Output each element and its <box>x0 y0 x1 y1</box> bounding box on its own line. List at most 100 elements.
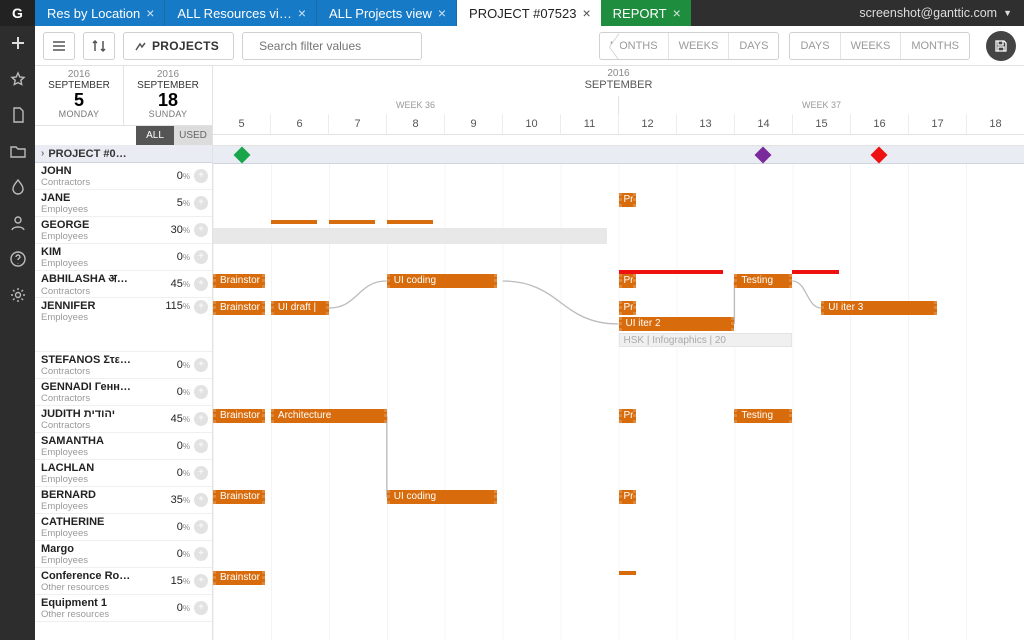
timeline-day-8[interactable]: 8 <box>386 114 444 134</box>
task-bar[interactable]: UI coding <box>387 274 497 288</box>
zoom-days-out[interactable]: DAYS <box>790 40 839 52</box>
tab-all-resources[interactable]: ALL Resources vi…× <box>165 0 317 26</box>
timeline-day-11[interactable]: 11 <box>560 114 618 134</box>
tab-project-07523[interactable]: PROJECT #07523× <box>457 0 601 26</box>
add-task-icon[interactable]: + <box>194 574 208 588</box>
close-icon[interactable]: × <box>298 6 306 20</box>
add-task-icon[interactable]: + <box>194 439 208 453</box>
timeline-day-16[interactable]: 16 <box>850 114 908 134</box>
plus-icon[interactable] <box>0 32 35 54</box>
zoom-months-out[interactable]: MONTHS <box>901 40 969 52</box>
timeline-body[interactable]: Pr Brainstor UI coding Pr Testing Brainstor UI… <box>213 146 1024 640</box>
project-group-row[interactable]: › PROJECT #0… <box>35 145 212 163</box>
add-task-icon[interactable]: + <box>194 277 208 291</box>
filter-used[interactable]: USED <box>174 126 212 145</box>
task-bar[interactable]: Brainstor <box>213 571 265 585</box>
add-task-icon[interactable]: + <box>194 547 208 561</box>
task-bar[interactable]: UI iter 2 <box>619 317 735 331</box>
resource-row[interactable]: KIMEmployees0%+ <box>35 244 212 271</box>
user-menu[interactable]: screenshot@ganttic.com ▼ <box>847 0 1024 26</box>
task-bar[interactable]: Brainstor <box>213 490 265 504</box>
timeline-day-14[interactable]: 14 <box>734 114 792 134</box>
task-bar[interactable]: Pr <box>619 409 636 423</box>
save-button[interactable] <box>986 31 1016 61</box>
timeline-day-9[interactable]: 9 <box>444 114 502 134</box>
filter-input[interactable] <box>259 39 414 53</box>
add-task-icon[interactable]: + <box>194 250 208 264</box>
add-task-icon[interactable]: + <box>194 196 208 210</box>
filter-box[interactable] <box>242 32 422 60</box>
task-bar[interactable]: Architecture <box>271 409 387 423</box>
brand-badge[interactable]: G <box>0 0 35 26</box>
resource-row[interactable]: GENNADI Генн…Contractors0%+ <box>35 379 212 406</box>
resource-row[interactable]: Conference Ro…Other resources15%+ <box>35 568 212 595</box>
resource-row[interactable]: GEORGEEmployees30%+ <box>35 217 212 244</box>
task-bar[interactable]: Testing <box>734 409 792 423</box>
date-start-card[interactable]: 2016 SEPTEMBER 5 MONDAY <box>35 66 124 125</box>
filter-all[interactable]: ALL <box>136 126 174 145</box>
drop-icon[interactable] <box>0 176 35 198</box>
tab-all-projects[interactable]: ALL Projects view× <box>317 0 457 26</box>
add-task-icon[interactable]: + <box>194 493 208 507</box>
gear-icon[interactable] <box>0 284 35 306</box>
task-bar[interactable]: UI iter 3 <box>821 301 937 315</box>
list-view-button[interactable] <box>43 32 75 60</box>
add-task-icon[interactable]: + <box>194 358 208 372</box>
close-icon[interactable]: × <box>673 6 681 20</box>
timeline-day-5[interactable]: 5 <box>213 114 270 134</box>
date-end-card[interactable]: 2016 SEPTEMBER 18 SUNDAY <box>124 66 212 125</box>
timeline-day-15[interactable]: 15 <box>792 114 850 134</box>
task-bar[interactable]: Pr <box>619 301 636 315</box>
add-task-icon[interactable]: + <box>194 223 208 237</box>
resource-row[interactable]: JENNIFEREmployees115%+ <box>35 298 212 352</box>
add-task-icon[interactable]: + <box>194 601 208 615</box>
timeline-day-13[interactable]: 13 <box>676 114 734 134</box>
timeline-day-7[interactable]: 7 <box>328 114 386 134</box>
resource-row[interactable]: CATHERINEEmployees0%+ <box>35 514 212 541</box>
task-bar[interactable]: Brainstor <box>213 301 265 315</box>
tab-res-by-location[interactable]: Res by Location× <box>35 0 165 26</box>
task-bar[interactable]: UI coding <box>387 490 497 504</box>
add-task-icon[interactable]: + <box>194 300 208 314</box>
add-task-icon[interactable]: + <box>194 520 208 534</box>
add-task-icon[interactable]: + <box>194 466 208 480</box>
add-task-icon[interactable]: + <box>194 385 208 399</box>
close-icon[interactable]: × <box>146 6 154 20</box>
resource-row[interactable]: Equipment 1Other resources0%+ <box>35 595 212 622</box>
resource-row[interactable]: STEFANOS Στε…Contractors0%+ <box>35 352 212 379</box>
add-task-icon[interactable]: + <box>194 169 208 183</box>
zoom-days-in[interactable]: DAYS <box>729 40 778 52</box>
task-bar[interactable]: Pr <box>619 193 636 207</box>
resource-row[interactable]: SAMANTHAEmployees0%+ <box>35 433 212 460</box>
person-icon[interactable] <box>0 212 35 234</box>
timeline-day-6[interactable]: 6 <box>270 114 328 134</box>
resource-row[interactable]: JANEEmployees5%+ <box>35 190 212 217</box>
add-task-icon[interactable]: + <box>194 412 208 426</box>
resource-row[interactable]: ABHILASHA अ…Contractors45%+ <box>35 271 212 298</box>
close-icon[interactable]: × <box>582 6 590 20</box>
task-bar[interactable]: UI draft | <box>271 301 329 315</box>
zoom-weeks-out[interactable]: WEEKS <box>841 40 901 52</box>
resource-row[interactable]: MargoEmployees0%+ <box>35 541 212 568</box>
timeline-day-12[interactable]: 12 <box>618 114 676 134</box>
tab-report[interactable]: REPORT× <box>601 0 691 26</box>
task-bar[interactable]: Brainstor <box>213 409 265 423</box>
task-bar[interactable]: Brainstor <box>213 274 265 288</box>
task-bar[interactable]: Pr <box>619 274 636 288</box>
projects-button[interactable]: PROJECTS <box>123 32 234 60</box>
timeline-day-18[interactable]: 18 <box>966 114 1024 134</box>
resource-row[interactable]: BERNARDEmployees35%+ <box>35 487 212 514</box>
resource-row[interactable]: JUDITH יהודיתContractors45%+ <box>35 406 212 433</box>
task-bar[interactable]: Pr <box>619 490 636 504</box>
help-icon[interactable] <box>0 248 35 270</box>
star-icon[interactable] <box>0 68 35 90</box>
resource-row[interactable]: LACHLANEmployees0%+ <box>35 460 212 487</box>
task-bar[interactable]: Testing <box>734 274 792 288</box>
sort-button[interactable] <box>83 32 115 60</box>
folder-icon[interactable] <box>0 140 35 162</box>
timeline-day-10[interactable]: 10 <box>502 114 560 134</box>
zoom-weeks-in[interactable]: WEEKS <box>669 40 729 52</box>
close-icon[interactable]: × <box>438 6 446 20</box>
page-icon[interactable] <box>0 104 35 126</box>
resource-row[interactable]: JOHNContractors0%+ <box>35 163 212 190</box>
